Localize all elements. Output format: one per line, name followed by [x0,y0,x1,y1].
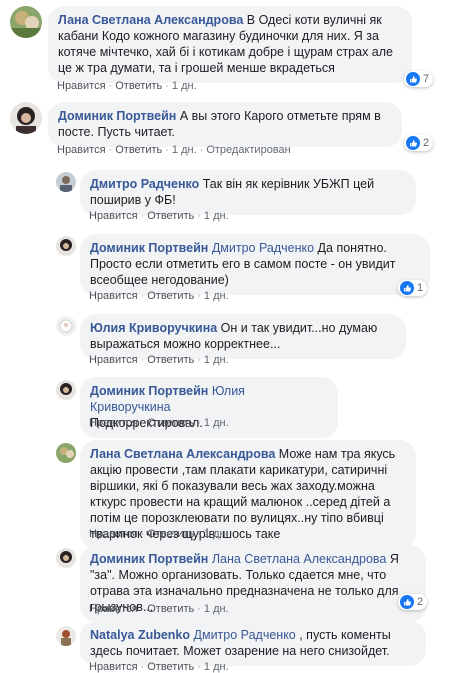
like-button[interactable]: Нравится [89,210,138,222]
comment-actions: Нравится · Ответить · 1 дн. [89,354,229,366]
comment-actions: Нравится · Ответить · 1 дн. [89,528,229,540]
reply-button[interactable]: Ответить [147,210,194,222]
reply-button[interactable]: Ответить [115,144,162,156]
like-button[interactable]: Нравится [57,80,106,92]
like-button[interactable]: Нравится [89,661,138,673]
avatar[interactable] [56,443,76,463]
timestamp[interactable]: 1 дн. [204,661,229,673]
avatar[interactable] [56,172,76,192]
comment-author[interactable]: Доминик Портвейн [90,384,208,398]
timestamp[interactable]: 1 дн. [172,144,197,156]
like-button[interactable]: Нравится [57,144,106,156]
timestamp[interactable]: 1 дн. [204,354,229,366]
comment-author[interactable]: Доминик Портвейн [58,109,176,123]
comment-actions: Нравится · Ответить · 1 дн. [57,80,197,92]
edited-label[interactable]: Отредактирован [206,144,290,156]
reply-button[interactable]: Ответить [147,290,194,302]
avatar[interactable] [56,380,76,400]
comment-author[interactable]: Лана Светлана Александрова [90,447,275,461]
comment-author[interactable]: Доминик Портвейн [90,241,208,255]
reply-button[interactable]: Ответить [147,417,194,429]
reply-button[interactable]: Ответить [147,661,194,673]
comment-actions: Нравится · Ответить · 1 дн. [89,417,229,429]
comment-text: Може нам тра якусь акцію провести ,там п… [90,447,396,541]
avatar[interactable] [56,548,76,568]
user-mention[interactable]: Дмитро Радченко [212,241,314,255]
user-mention[interactable]: Лана Светлана Александрова [212,552,387,566]
like-button[interactable]: Нравится [89,354,138,366]
timestamp[interactable]: 1 дн. [204,528,229,540]
comment-author[interactable]: Юлия Криворучкина [90,321,217,335]
comment-actions: Нравится · Ответить · 1 дн. [89,210,229,222]
reaction-count[interactable]: 2 [404,135,434,151]
user-mention[interactable]: Дмитро Радченко [194,628,296,642]
like-button[interactable]: Нравится [89,603,138,615]
reaction-count[interactable]: 7 [404,71,434,87]
reply-button[interactable]: Ответить [147,354,194,366]
like-icon [406,136,420,150]
avatar[interactable] [56,316,76,336]
timestamp[interactable]: 1 дн. [204,417,229,429]
like-icon [400,595,414,609]
reaction-count[interactable]: 1 [398,280,428,296]
reply-button[interactable]: Ответить [147,603,194,615]
comment-author[interactable]: Natalya Zubenko [90,628,190,642]
timestamp[interactable]: 1 дн. [204,290,229,302]
timestamp[interactable]: 1 дн. [204,210,229,222]
avatar[interactable] [10,102,42,134]
like-icon [400,281,414,295]
comment-author[interactable]: Доминик Портвейн [90,552,208,566]
comment-actions: Нравится · Ответить · 1 дн. [89,603,229,615]
comment-actions: Нравится · Ответить · 1 дн. [89,661,229,673]
reply-button[interactable]: Ответить [147,528,194,540]
timestamp[interactable]: 1 дн. [204,603,229,615]
comment-author[interactable]: Дмитро Радченко [90,177,199,191]
comment-actions: Нравится · Ответить · 1 дн. · Отредактирован [57,144,291,156]
like-icon [406,72,420,86]
comment-author[interactable]: Лана Светлана Александрова [58,13,243,27]
like-button[interactable]: Нравится [89,528,138,540]
timestamp[interactable]: 1 дн. [172,80,197,92]
avatar[interactable] [56,236,76,256]
comment-actions: Нравится · Ответить · 1 дн. [89,290,229,302]
avatar[interactable] [56,626,76,646]
like-button[interactable]: Нравится [89,290,138,302]
reply-button[interactable]: Ответить [115,80,162,92]
reaction-count[interactable]: 2 [398,594,428,610]
avatar[interactable] [10,6,42,38]
like-button[interactable]: Нравится [89,417,138,429]
